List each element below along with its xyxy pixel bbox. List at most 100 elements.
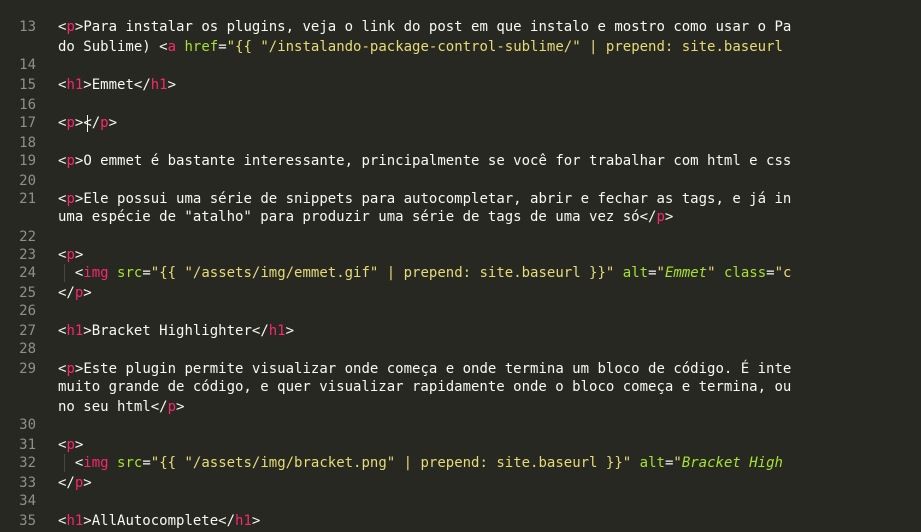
code-token: >	[83, 77, 92, 93]
line-number: 14	[19, 57, 36, 73]
indent-guide	[64, 454, 65, 472]
line-number: 28	[19, 341, 36, 357]
code-editor[interactable]: 13 14 15 16 17 18 19 20 21 22 23 24 25 26 27 28 29 30 31 32…	[0, 0, 921, 532]
code-token: p	[66, 153, 75, 169]
code-token: AllAutocomplete	[91, 513, 219, 529]
code-token: h1	[66, 77, 84, 93]
code-line[interactable]: no seu html</p>	[58, 398, 184, 416]
code-token: p	[66, 19, 75, 35]
code-token: p	[66, 361, 75, 377]
code-token: p	[66, 191, 75, 207]
line-number: 22	[19, 229, 36, 245]
code-token: "	[656, 265, 665, 281]
code-line[interactable]: <img src="{{ "/assets/img/emmet.gif" | p…	[58, 264, 792, 282]
code-token: h1	[268, 323, 286, 339]
line-number: 23	[19, 247, 36, 263]
code-token: >	[664, 209, 674, 225]
code-token: p	[100, 115, 109, 131]
code-token: >	[251, 513, 261, 529]
code-token: p	[66, 115, 75, 131]
code-line[interactable]: <p>	[58, 246, 83, 264]
code-token: Ele possui uma série de snippets para au…	[83, 191, 792, 207]
code-token: class	[724, 265, 767, 281]
code-token: >	[176, 399, 185, 415]
code-line[interactable]: muito grande de código, e quer visualiza…	[58, 378, 791, 396]
code-token: Emmet	[91, 77, 134, 93]
code-line[interactable]: <p>	[58, 436, 83, 454]
code-line[interactable]: <h1>Emmet</h1>	[58, 76, 176, 94]
code-token: Bracket Highlighter	[91, 323, 252, 339]
code-token: </	[150, 399, 168, 415]
text-cursor	[87, 115, 88, 132]
code-token: =	[142, 265, 151, 281]
code-token: Bracket High	[681, 455, 783, 471]
line-number: 15	[19, 77, 36, 93]
code-line[interactable]: <p>Este plugin permite visualizar onde c…	[58, 360, 791, 378]
code-token: >	[83, 285, 92, 301]
code-token: >	[83, 475, 92, 491]
code-token: href	[184, 39, 219, 55]
code-token: =	[648, 265, 657, 281]
code-token: uma espécie de "atalho" para produzir um…	[58, 209, 640, 225]
code-token: "{{ "/assets/img/bracket.png" | prepend:…	[150, 455, 632, 471]
code-token: </	[218, 513, 236, 529]
code-token: </	[83, 115, 101, 131]
code-token: h1	[66, 323, 84, 339]
code-token: p	[656, 209, 665, 225]
code-token: >	[83, 323, 92, 339]
code-token: >	[108, 115, 118, 131]
code-token: >	[74, 247, 84, 263]
code-line[interactable]: <p>O emmet é bastante interessante, prin…	[58, 152, 791, 170]
code-token: =	[766, 265, 775, 281]
code-token: </	[639, 209, 657, 225]
code-token: h1	[66, 513, 84, 529]
code-token: <	[159, 39, 168, 55]
line-number: 30	[19, 417, 36, 433]
line-number: 31	[19, 437, 36, 453]
code-token: no seu html	[58, 399, 151, 415]
code-line[interactable]: uma espécie de "atalho" para produzir um…	[58, 208, 673, 226]
line-number-gutter: 13 14 15 16 17 18 19 20 21 22 23 24 25 26 27 28 29 30 31 32…	[0, 0, 46, 532]
code-line[interactable]: <img src="{{ "/assets/img/bracket.png" |…	[58, 454, 783, 472]
code-token: alt	[622, 265, 649, 281]
line-number: 35	[19, 513, 36, 529]
code-token: O emmet é bastante interessante, princip…	[83, 153, 792, 169]
line-number: 24	[19, 265, 36, 281]
code-token: </	[251, 323, 269, 339]
code-token: p	[66, 437, 75, 453]
line-number: 21	[19, 191, 36, 207]
line-number: 29	[19, 361, 36, 377]
code-token: h1	[150, 77, 168, 93]
code-token: alt	[639, 455, 665, 471]
line-number: 19	[19, 153, 36, 169]
code-token: muito grande de código, e quer visualiza…	[58, 379, 792, 395]
code-token: </	[133, 77, 151, 93]
code-token: Para instalar os plugins, veja o link do…	[83, 19, 792, 35]
line-number: 13	[19, 19, 36, 35]
line-number: 34	[19, 493, 36, 509]
code-token: src	[117, 455, 143, 471]
line-number: 27	[19, 323, 36, 339]
code-token: "{{ "/assets/img/emmet.gif" | prepend: s…	[150, 265, 615, 281]
code-line[interactable]: <h1>AllAutocomplete</h1>	[58, 512, 260, 530]
code-line[interactable]: </p>	[58, 284, 92, 302]
code-line[interactable]: </p>	[58, 474, 92, 492]
code-token: "	[673, 455, 682, 471]
code-token: "	[707, 265, 716, 281]
code-token: Este plugin permite visualizar onde come…	[83, 361, 792, 377]
code-token: img	[83, 455, 109, 471]
line-number: 16	[19, 97, 36, 113]
code-line[interactable]: <h1>Bracket Highlighter</h1>	[58, 322, 294, 340]
code-token: "c	[774, 265, 792, 281]
code-line[interactable]: <p>Para instalar os plugins, veja o link…	[58, 18, 791, 36]
code-line[interactable]: do Sublime) <a href="{{ "/instalando-pac…	[58, 38, 791, 56]
code-line[interactable]: <p>Ele possui uma série de snippets para…	[58, 190, 791, 208]
code-token: >	[285, 323, 295, 339]
code-token: >	[167, 77, 177, 93]
